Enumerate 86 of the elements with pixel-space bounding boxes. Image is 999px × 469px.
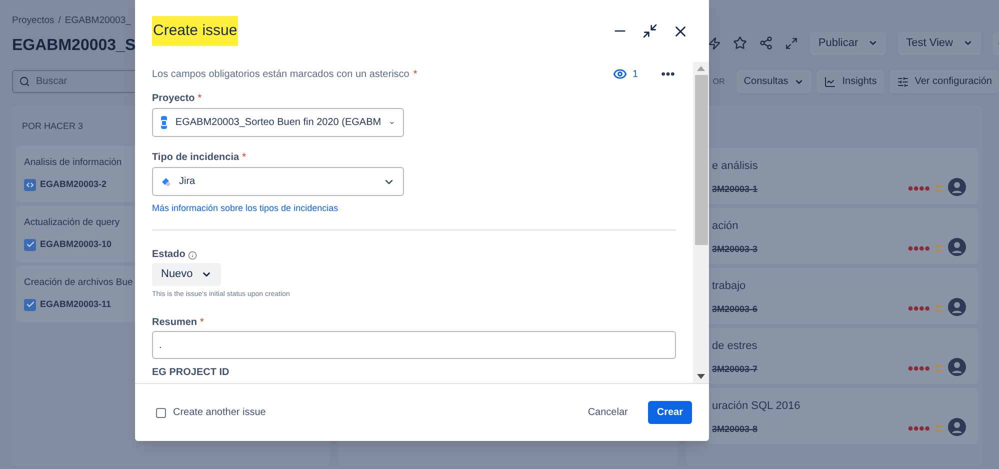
breadcrumb-link[interactable]: EGABM20003_ xyxy=(64,14,131,28)
priority-icon xyxy=(934,365,943,372)
priority-icon xyxy=(934,245,943,252)
lightning-icon[interactable] xyxy=(708,36,722,50)
scroll-down-icon[interactable] xyxy=(697,374,705,379)
priority-dots-icon xyxy=(908,366,930,372)
page-title: EGABM20003_S xyxy=(12,36,136,56)
code-icon xyxy=(24,178,36,191)
project-icon xyxy=(161,116,168,129)
filter-button[interactable]: Ver configuración xyxy=(890,70,999,94)
priority-icon xyxy=(934,425,943,432)
card-title: trabajo xyxy=(712,279,746,294)
issue-key: 3M20003-8 xyxy=(712,422,758,436)
cancel-button[interactable]: Cancelar xyxy=(588,401,628,424)
search-icon xyxy=(19,76,30,88)
issue-key: 3M20003-7 xyxy=(712,362,758,376)
required-mark: * xyxy=(413,68,418,82)
expand-icon[interactable] xyxy=(785,36,798,50)
priority-dots-icon xyxy=(908,306,930,312)
field-label: Tipo de incidencia * xyxy=(152,153,246,163)
select-value: EGABM20003_Sorteo Buen fin 2020 (EGABM xyxy=(175,116,382,130)
issue-key: 3M20003-6 xyxy=(712,302,758,316)
field-label: EG PROJECT ID xyxy=(152,368,230,378)
field-label: Estado xyxy=(152,250,186,260)
issue-card[interactable]: trabajo 3M20003-6 xyxy=(708,268,978,324)
filter-button[interactable]: Consultas xyxy=(736,70,812,94)
issue-types-link[interactable]: Más información sobre los tipos de incidencias xyxy=(152,203,338,213)
watch-icon[interactable] xyxy=(613,67,628,81)
chevron-icon xyxy=(963,38,973,48)
card-title: Creación de archivos Bue xyxy=(24,276,133,290)
issue-type-icon xyxy=(161,176,171,186)
required-fields-note: Los campos obligatorios están marcados con un asterisco xyxy=(152,68,410,82)
toolbar-dropdown[interactable]: Publicar xyxy=(810,32,886,54)
watcher-count: 1 xyxy=(632,68,638,82)
issue-card[interactable]: de estres 3M20003-7 xyxy=(708,328,978,384)
star-icon[interactable] xyxy=(733,36,748,50)
avatar-icon xyxy=(948,178,966,196)
issue-card[interactable]: e análisis 3M20003-1 xyxy=(708,148,978,204)
checkbox-label: Create another issue xyxy=(173,406,266,420)
card-title: de estres xyxy=(712,339,758,354)
breadcrumb-link[interactable]: Proyectos xyxy=(12,14,54,28)
create-button[interactable]: Crear xyxy=(648,401,692,424)
priority-dots-icon xyxy=(908,426,930,432)
summary-input[interactable]: . xyxy=(152,331,676,359)
issue-key: 3M20003-1 xyxy=(712,182,758,196)
collapse-icon[interactable] xyxy=(642,23,658,39)
select-field[interactable]: Jira xyxy=(152,167,404,196)
priority-dots-icon xyxy=(908,246,930,252)
sliders-icon xyxy=(896,76,909,88)
toolbar-dropdown[interactable]: Test View xyxy=(898,32,981,54)
issue-key: 3M20003-3 xyxy=(712,242,758,256)
avatar-icon xyxy=(948,298,966,316)
avatar-icon xyxy=(948,358,966,376)
dialog-title: Create issue xyxy=(152,16,238,46)
card-title: e análisis xyxy=(712,159,758,174)
create-another-checkbox[interactable] xyxy=(156,408,166,418)
breadcrumb-separator: / xyxy=(58,14,61,28)
field-label: Resumen * xyxy=(152,318,204,328)
status-dropdown[interactable]: Nuevo xyxy=(152,263,221,286)
priority-dots-icon xyxy=(908,186,930,192)
filter-button[interactable]: Insights xyxy=(817,70,884,94)
select-field[interactable]: EGABM20003_Sorteo Buen fin 2020 (EGABM xyxy=(152,108,404,137)
group-by-label: OR xyxy=(712,76,725,88)
priority-icon xyxy=(934,305,943,312)
avatar-icon xyxy=(948,418,966,436)
column-title: POR HACER 3 xyxy=(22,120,84,134)
chart-icon xyxy=(824,76,836,88)
issue-key: EGABM20003-10 xyxy=(40,238,112,252)
issue-card[interactable]: uración SQL 2016 3M20003-8 xyxy=(708,388,978,444)
avatar-icon xyxy=(948,238,966,256)
card-title: uración SQL 2016 xyxy=(712,399,800,414)
field-label: Proyecto * xyxy=(152,94,202,104)
card-title: ación xyxy=(712,219,738,234)
issue-key: EGABM20003-11 xyxy=(40,298,112,312)
checkbox-icon xyxy=(24,298,36,311)
priority-icon xyxy=(934,185,943,192)
card-title: Actualización de query xyxy=(24,216,120,230)
chevron-icon xyxy=(868,38,878,48)
info-icon xyxy=(188,250,198,260)
issue-key: EGABM20003-2 xyxy=(40,178,107,192)
card-title: Analisis de información xyxy=(24,156,122,170)
scrollbar[interactable] xyxy=(693,62,709,383)
share-icon[interactable] xyxy=(759,36,774,50)
select-value: Jira xyxy=(179,175,196,189)
issue-card[interactable]: ación 3M20003-3 xyxy=(708,208,978,264)
checkbox-icon xyxy=(24,238,36,251)
